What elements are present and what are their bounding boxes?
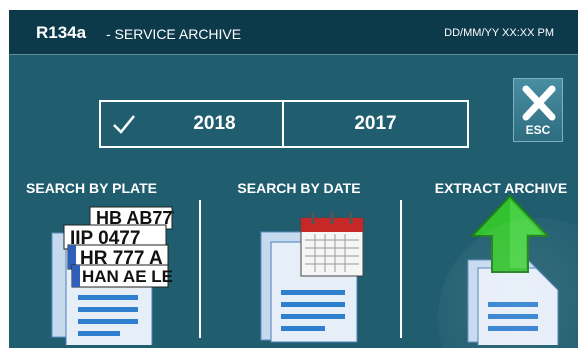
device-frame: R134a - SERVICE ARCHIVE DD/MM/YY XX:XX P… bbox=[0, 0, 587, 358]
esc-label: ESC bbox=[525, 123, 551, 137]
year-checkbox[interactable] bbox=[101, 102, 147, 146]
upload-arrow-document-icon bbox=[467, 194, 559, 347]
service-archive-screen: R134a - SERVICE ARCHIVE DD/MM/YY XX:XX P… bbox=[9, 10, 578, 348]
search-by-date-label: SEARCH BY DATE bbox=[237, 180, 361, 196]
license-plates-document-icon: HB AB777 IIP 0477 HR 777 A HAN AE LE bbox=[51, 206, 182, 348]
refrigerant-label: R134a bbox=[36, 23, 87, 42]
checkmark-icon bbox=[113, 115, 135, 134]
year-option-2017[interactable]: 2017 bbox=[284, 113, 467, 135]
search-by-date-button[interactable] bbox=[257, 210, 377, 345]
datetime-display: DD/MM/YY XX:XX PM bbox=[444, 27, 554, 39]
search-by-plate-label: SEARCH BY PLATE bbox=[26, 180, 157, 196]
page-title: - SERVICE ARCHIVE bbox=[106, 26, 242, 42]
column-divider bbox=[400, 200, 402, 338]
search-by-plate-button[interactable]: HB AB777 IIP 0477 HR 777 A HAN AE LE bbox=[44, 205, 182, 348]
calendar-document-icon bbox=[260, 212, 364, 343]
extract-archive-button[interactable] bbox=[464, 190, 569, 347]
esc-button[interactable]: ESC bbox=[513, 78, 563, 142]
column-divider bbox=[199, 200, 201, 338]
header-bar: R134a - SERVICE ARCHIVE DD/MM/YY XX:XX P… bbox=[9, 10, 578, 55]
plate-4: HAN AE LE bbox=[82, 267, 173, 286]
year-option-2018[interactable]: 2018 bbox=[147, 113, 282, 135]
year-selector: 2018 2017 bbox=[99, 100, 469, 148]
close-icon bbox=[522, 85, 556, 121]
